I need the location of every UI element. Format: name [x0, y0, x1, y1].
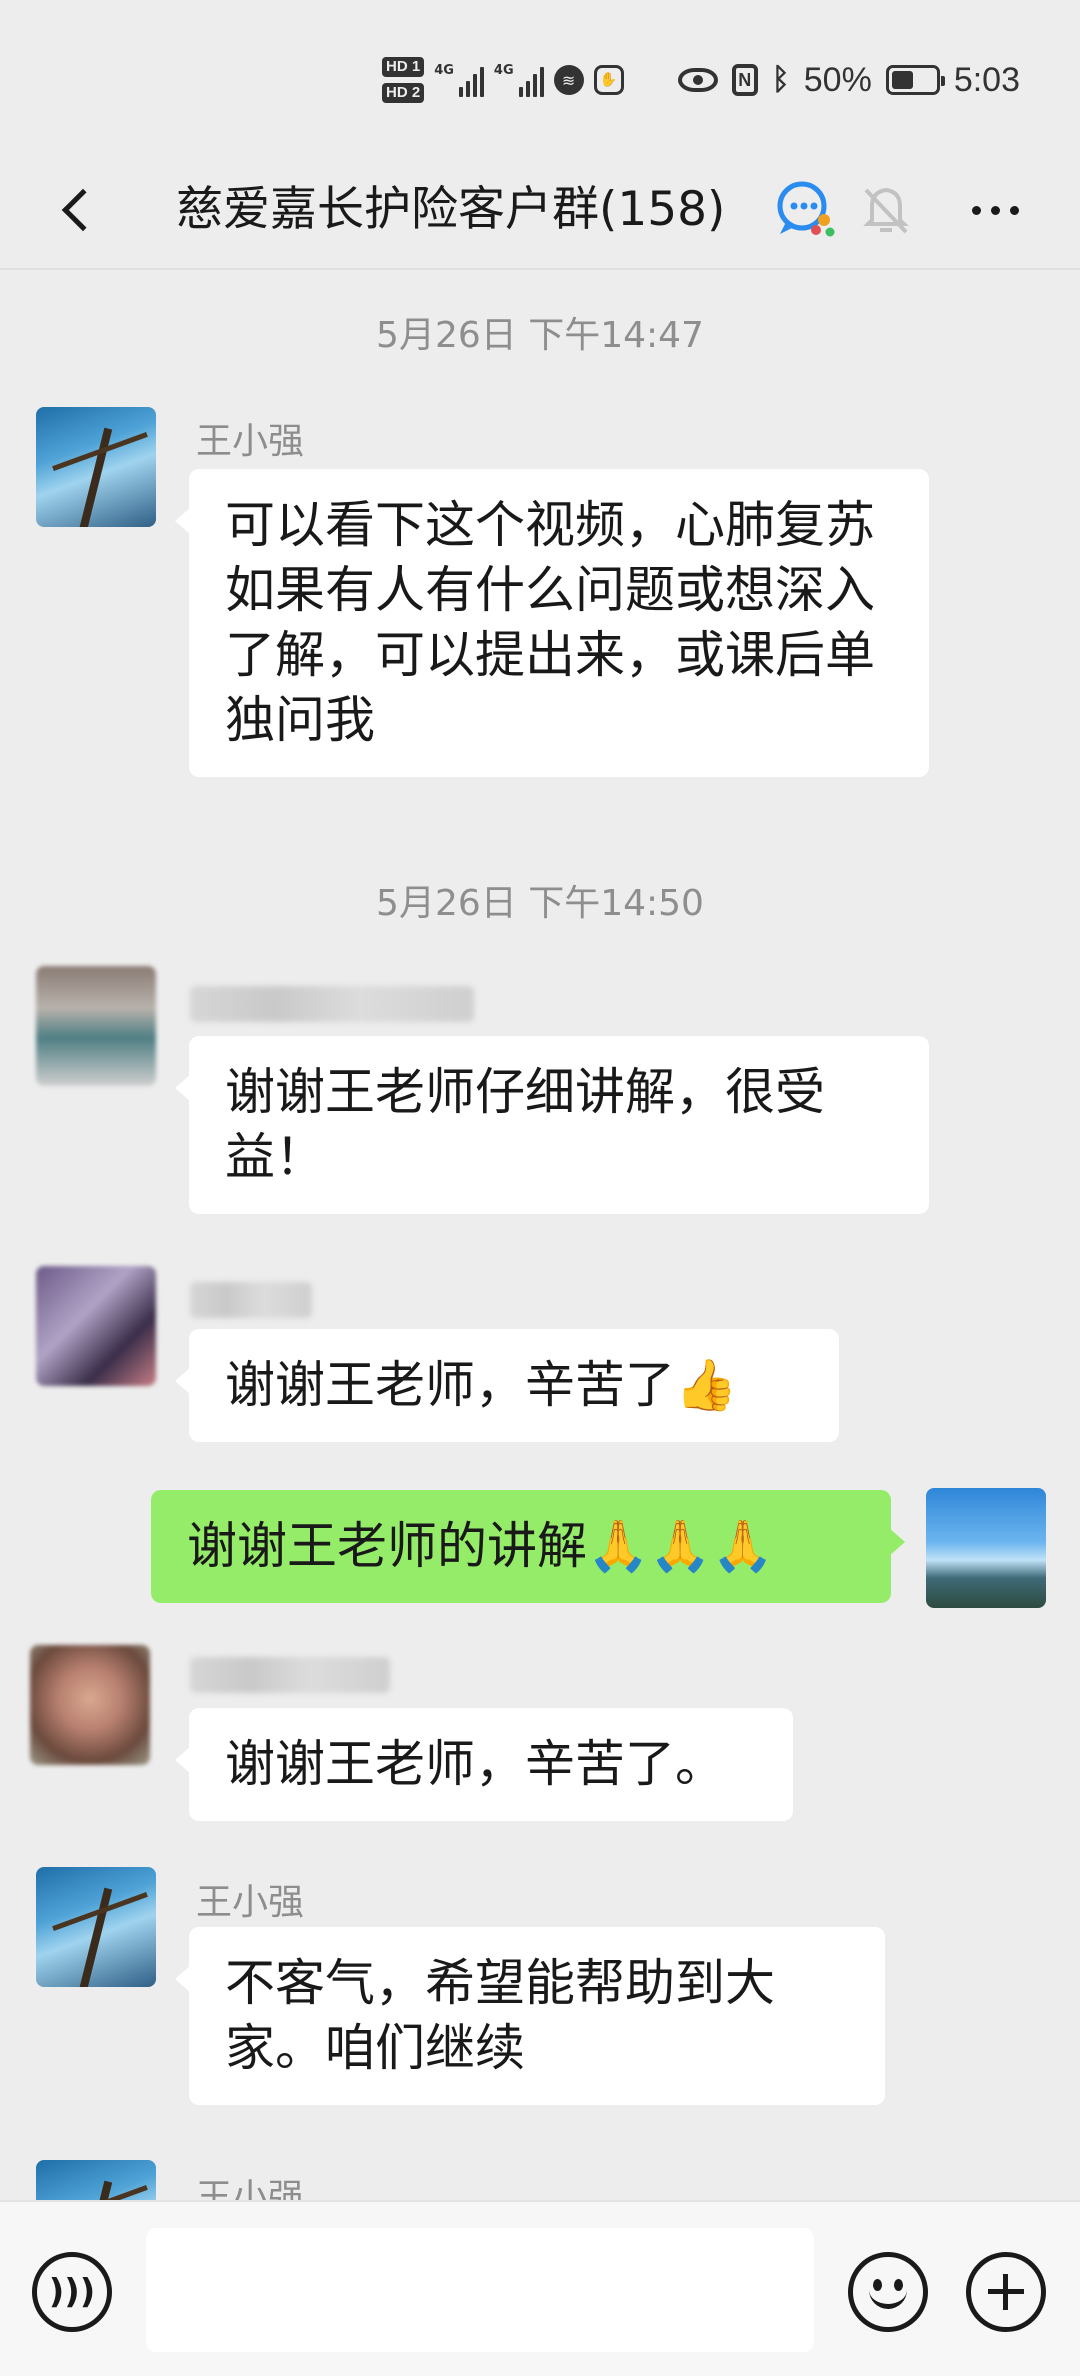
battery-fill [891, 71, 913, 89]
battery-icon [885, 65, 945, 95]
avatar[interactable] [36, 1867, 156, 1987]
message-bubble[interactable]: 谢谢王老师仔细讲解，很受益！ [175, 1036, 929, 1214]
back-button[interactable] [36, 170, 116, 250]
soundwave-icon: ≋ [553, 65, 584, 95]
status-bar: HD 1 HD 2 4G 4G ≋ ✋ N ᛒ 50% 5:03 [0, 0, 1080, 150]
nfc-icon: N [731, 64, 758, 96]
signal-icon: 4G [434, 63, 484, 97]
message-bubble[interactable]: 不客气，希望能帮助到大家。咱们继续 [175, 1927, 885, 2105]
hd1-badge: HD 1 [382, 57, 425, 77]
mute-bell-icon [863, 187, 909, 234]
more-button[interactable] [960, 180, 1030, 240]
chat-screen: HD 1 HD 2 4G 4G ≋ ✋ N ᛒ 50% 5:03 慈爱嘉长护险客… [0, 0, 1080, 2376]
clock: 5:03 [953, 60, 1020, 99]
message-bubble[interactable]: 可以看下这个视频，心肺复苏如果有人有什么问题或想深入了解，可以提出来，或课后单独… [175, 469, 929, 777]
timestamp: 5月26日 下午14:50 [376, 883, 704, 924]
signal-icon: 4G [494, 63, 544, 97]
chat-badge-icon[interactable] [770, 174, 840, 244]
hand-icon: ✋ [593, 65, 624, 95]
message-input[interactable] [146, 2228, 814, 2352]
avatar[interactable] [30, 1645, 150, 1765]
hd2-badge: HD 2 [382, 83, 425, 103]
message-bubble[interactable]: 谢谢王老师，辛苦了👍 [175, 1329, 839, 1442]
status-left: HD 1 HD 2 4G 4G ≋ ✋ [382, 52, 624, 108]
back-icon [61, 188, 105, 232]
sender-name-blurred [190, 986, 474, 1022]
avatar[interactable] [36, 1266, 156, 1386]
chat-title[interactable]: 慈爱嘉长护险客户群(158) [176, 175, 725, 245]
network-type-label: 4G [434, 63, 454, 78]
hd-badges: HD 1 HD 2 [382, 57, 425, 103]
sender-name-blurred [190, 1657, 390, 1693]
message-bubble[interactable]: 谢谢王老师，辛苦了。 [175, 1708, 793, 1821]
message-bubble-outgoing[interactable]: 谢谢王老师的讲解🙏🙏🙏 [151, 1490, 905, 1603]
avatar[interactable] [36, 407, 156, 527]
bluetooth-icon: ᛒ [771, 63, 790, 96]
voice-icon[interactable]: ))) [32, 2252, 112, 2332]
sender-name-blurred [190, 1282, 312, 1318]
sender-name: 王小强 [196, 1882, 305, 1923]
battery-percent: 50% [803, 60, 872, 99]
avatar[interactable] [36, 966, 156, 1086]
plus-icon[interactable] [966, 2252, 1046, 2332]
input-bar: ))) [0, 2200, 1080, 2376]
eye-icon [677, 68, 718, 92]
timestamp: 5月26日 下午14:47 [376, 315, 704, 356]
chat-header: 慈爱嘉长护险客户群(158) [0, 150, 1080, 270]
status-right: N ᛒ 50% 5:03 [677, 52, 1020, 108]
emoji-icon[interactable] [848, 2252, 928, 2332]
sender-name: 王小强 [196, 421, 305, 462]
self-avatar[interactable] [926, 1488, 1046, 1608]
network-type-label: 4G [493, 63, 514, 78]
